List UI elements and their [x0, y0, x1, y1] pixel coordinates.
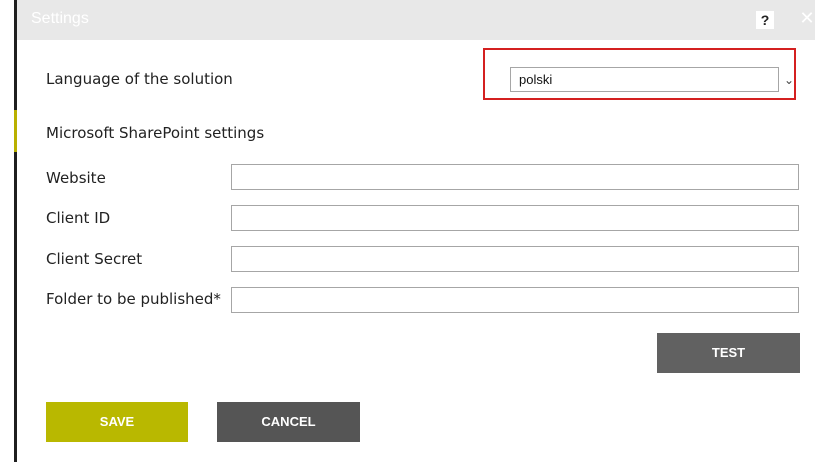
language-label: Language of the solution: [46, 70, 233, 88]
client-secret-label: Client Secret: [46, 250, 143, 268]
folder-field[interactable]: [231, 287, 799, 313]
save-button[interactable]: SAVE: [46, 402, 188, 442]
client-id-label: Client ID: [46, 209, 111, 227]
website-field[interactable]: [231, 164, 799, 190]
chevron-down-icon[interactable]: ⌄: [782, 68, 796, 92]
dialog-titlebar: Settings ? ✕: [17, 0, 815, 40]
language-select[interactable]: polski: [510, 67, 779, 92]
window-left-border: [14, 0, 17, 462]
folder-label: Folder to be published*: [46, 290, 221, 308]
client-secret-field[interactable]: [231, 246, 799, 272]
client-id-field[interactable]: [231, 205, 799, 231]
website-label: Website: [46, 169, 106, 187]
cancel-button[interactable]: CANCEL: [217, 402, 360, 442]
language-select-value: polski: [519, 72, 553, 87]
help-button[interactable]: ?: [756, 11, 774, 29]
dialog-title: Settings: [31, 10, 89, 27]
close-icon[interactable]: ✕: [798, 9, 815, 29]
test-button[interactable]: TEST: [657, 333, 800, 373]
sharepoint-section-title: Microsoft SharePoint settings: [46, 124, 265, 142]
left-accent-bar: [14, 110, 17, 152]
